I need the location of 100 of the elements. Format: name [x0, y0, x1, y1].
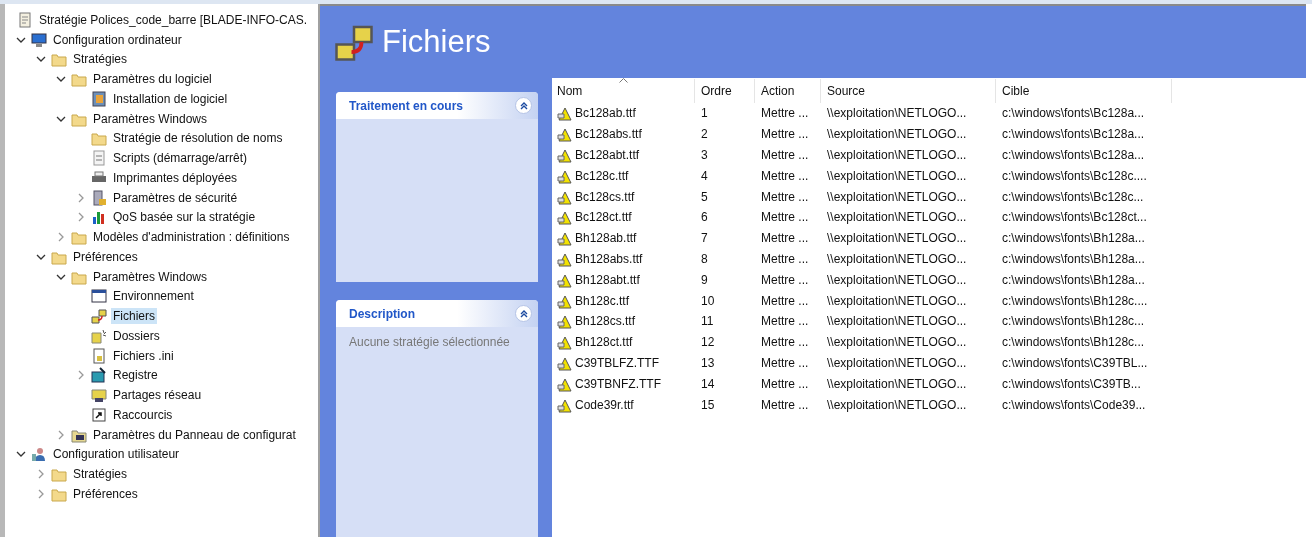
tree-item[interactable]: Fichiers: [111, 308, 157, 325]
table-cell: C39TBNFZ.TTF: [575, 376, 661, 391]
sort-ascending-icon: [619, 78, 628, 83]
tree-item[interactable]: Scripts (démarrage/arrêt): [111, 150, 250, 167]
table-cell: Mettre ...: [761, 355, 809, 370]
font-file-icon: [557, 126, 573, 143]
expand-toggle[interactable]: [36, 488, 46, 499]
table-cell: Mettre ...: [761, 397, 809, 412]
expand-toggle[interactable]: [76, 212, 86, 223]
tree-item[interactable]: Paramètres du Panneau de configurat: [91, 426, 298, 443]
table-cell: c:\windows\fonts\Code39...: [1002, 397, 1146, 412]
files-icon: [91, 308, 107, 325]
tree-item[interactable]: Préférences: [71, 248, 140, 265]
tree-item[interactable]: Partages réseau: [111, 387, 204, 404]
table-cell: 14: [701, 376, 715, 391]
table-cell: \\exploitation\NETLOGO...: [827, 127, 967, 142]
column-header[interactable]: Nom: [552, 79, 695, 103]
table-cell: Bh128abt.ttf: [575, 272, 640, 287]
table-cell: c:\windows\fonts\Bh128c...: [1002, 335, 1145, 350]
table-cell: Mettre ...: [761, 148, 809, 162]
table-cell: Mettre ...: [761, 335, 809, 350]
tree-item[interactable]: Préférences: [71, 485, 140, 502]
table-cell: Mettre ...: [761, 210, 809, 225]
expand-toggle[interactable]: [76, 192, 86, 203]
tree-item[interactable]: Paramètres Windows: [91, 268, 210, 285]
script-icon: [91, 150, 107, 167]
tree-item[interactable]: Stratégies: [71, 466, 130, 483]
column-header[interactable]: Source: [821, 79, 996, 103]
bar-chart-icon: [91, 209, 107, 226]
table-cell: c:\windows\fonts\Bc128a...: [1002, 148, 1145, 162]
table-cell: 5: [701, 189, 708, 204]
collapse-button[interactable]: [515, 305, 532, 322]
table-cell: 11: [701, 314, 714, 329]
computer-icon: [31, 31, 47, 48]
installer-icon: [91, 90, 107, 107]
folder-icon: [51, 466, 67, 483]
chevron-up-icon: [518, 308, 529, 319]
table-cell: Code39r.ttf: [575, 397, 634, 412]
tree-item[interactable]: Stratégie Polices_code_barre [BLADE-INFO-CAS.: [37, 11, 310, 28]
table-cell: Bc128c.ttf: [575, 168, 629, 183]
table-cell: Bh128abs.ttf: [575, 251, 643, 266]
tree-item[interactable]: Configuration utilisateur: [51, 446, 182, 463]
tree-item[interactable]: Dossiers: [111, 327, 162, 344]
table-cell: \\exploitation\NETLOGO...: [827, 376, 967, 391]
chevron-up-icon: [518, 100, 529, 111]
column-header[interactable]: Ordre: [695, 79, 755, 103]
user-icon: [31, 446, 47, 463]
expand-toggle[interactable]: [56, 429, 66, 440]
table-cell: Mettre ...: [761, 106, 809, 121]
tree-item[interactable]: Paramètres Windows: [91, 110, 210, 127]
table-cell: c:\windows\fonts\Bc128a...: [1002, 106, 1145, 121]
shortcut-icon: [91, 406, 107, 423]
column-header[interactable]: Action: [755, 79, 821, 103]
tree-item[interactable]: Raccourcis: [111, 406, 175, 423]
table-cell: \\exploitation\NETLOGO...: [827, 231, 967, 246]
tree-item[interactable]: Fichiers .ini: [111, 347, 176, 364]
tree-item[interactable]: Modèles d'administration : définitions: [91, 229, 292, 246]
table-cell: c:\windows\fonts\Bh128c....: [1002, 293, 1148, 308]
network-share-icon: [91, 387, 107, 404]
tree-item[interactable]: QoS basée sur la stratégie: [111, 209, 258, 226]
expand-toggle[interactable]: [76, 370, 86, 381]
window-icon: [91, 288, 107, 305]
table-cell: Bh128cs.ttf: [575, 314, 636, 329]
tree-item[interactable]: Registre: [111, 367, 160, 384]
table-cell: c:\windows\fonts\Bc128ct...: [1002, 210, 1147, 225]
tree-item[interactable]: Environnement: [111, 288, 196, 305]
table-cell: Bc128ab.ttf: [575, 106, 636, 121]
document-icon: [17, 11, 33, 28]
tree-item[interactable]: Paramètres de sécurité: [111, 189, 240, 206]
table-cell: c:\windows\fonts\Bh128a...: [1002, 272, 1145, 287]
expand-toggle[interactable]: [56, 232, 66, 243]
folder-icon: [71, 229, 87, 246]
tree-item[interactable]: Installation de logiciel: [111, 90, 230, 107]
table-cell: 7: [701, 231, 708, 246]
table-cell: \\exploitation\NETLOGO...: [827, 272, 967, 287]
table-cell: Bh128c.ttf: [575, 293, 630, 308]
folder-icon: [51, 51, 67, 68]
table-cell: Bc128cs.ttf: [575, 189, 635, 204]
tree-item[interactable]: Configuration ordinateur: [51, 31, 184, 48]
description-text: Aucune stratégie sélectionnée: [349, 335, 510, 349]
table-cell: 2: [701, 127, 708, 142]
table-cell: 10: [701, 293, 715, 308]
expand-toggle[interactable]: [36, 469, 46, 480]
panel-title: Traitement en cours: [349, 98, 464, 113]
table-cell: c:\windows\fonts\Bh128c...: [1002, 314, 1145, 329]
table-cell: c:\windows\fonts\Bh128a...: [1002, 231, 1145, 246]
tree-item[interactable]: Stratégie de résolution de noms: [111, 130, 285, 147]
tree-item[interactable]: Paramètres du logiciel: [91, 71, 214, 88]
font-file-icon: [557, 147, 573, 163]
table-cell: Bh128ab.ttf: [575, 231, 637, 246]
folder-icon: [71, 71, 87, 88]
column-header[interactable]: Cible: [996, 79, 1172, 103]
registry-icon: [91, 367, 107, 384]
table-cell: C39TBLFZ.TTF: [575, 355, 659, 370]
table-cell: Mettre ...: [761, 293, 809, 308]
tree-item[interactable]: Stratégies: [71, 51, 130, 68]
table-cell: Mettre ...: [761, 127, 809, 142]
tree-item[interactable]: Imprimantes déployées: [111, 169, 240, 186]
collapse-button[interactable]: [515, 97, 532, 114]
table-cell: Bh128ct.ttf: [575, 335, 633, 350]
